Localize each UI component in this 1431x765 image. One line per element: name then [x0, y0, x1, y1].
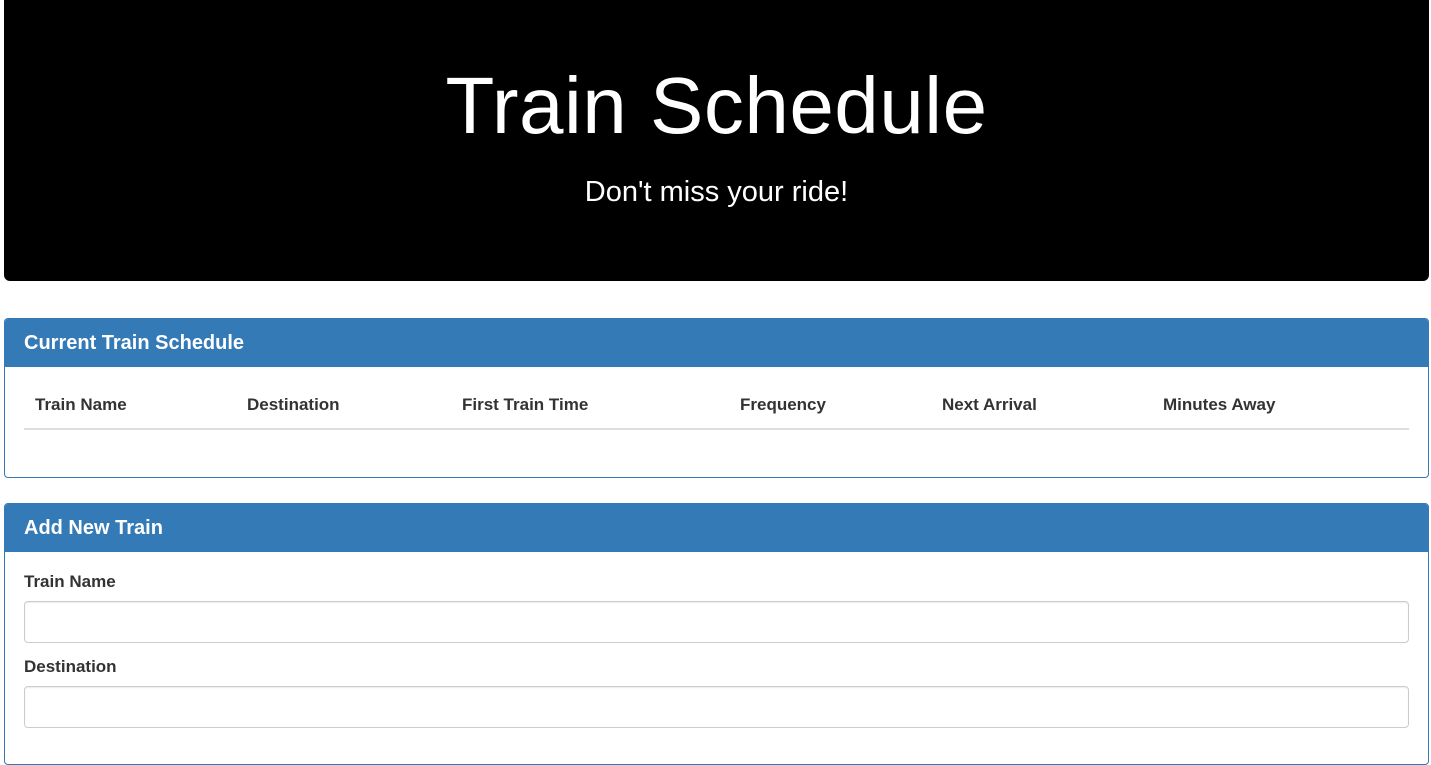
column-header-frequency: Frequency	[729, 387, 931, 430]
add-train-panel: Add New Train Train Name Destination	[4, 503, 1429, 765]
column-header-minutes-away: Minutes Away	[1152, 387, 1409, 430]
add-train-panel-heading: Add New Train	[5, 504, 1428, 552]
schedule-header-row: Train Name Destination First Train Time …	[24, 387, 1409, 430]
column-header-next-arrival: Next Arrival	[931, 387, 1152, 430]
schedule-panel: Current Train Schedule Train Name Destin…	[4, 318, 1429, 478]
destination-group: Destination	[24, 657, 1409, 728]
train-name-group: Train Name	[24, 572, 1409, 643]
column-header-train-name: Train Name	[24, 387, 236, 430]
destination-input[interactable]	[24, 686, 1409, 728]
column-header-first-train-time: First Train Time	[451, 387, 729, 430]
add-train-form: Train Name Destination	[24, 572, 1409, 742]
header-jumbotron: Train Schedule Don't miss your ride!	[4, 0, 1429, 281]
destination-label: Destination	[24, 657, 117, 676]
schedule-panel-heading: Current Train Schedule	[5, 319, 1428, 367]
column-header-destination: Destination	[236, 387, 451, 430]
page-title: Train Schedule	[445, 61, 988, 150]
schedule-table: Train Name Destination First Train Time …	[24, 387, 1409, 430]
page-subtitle: Don't miss your ride!	[584, 176, 849, 208]
train-name-input[interactable]	[24, 601, 1409, 643]
train-name-label: Train Name	[24, 572, 116, 591]
